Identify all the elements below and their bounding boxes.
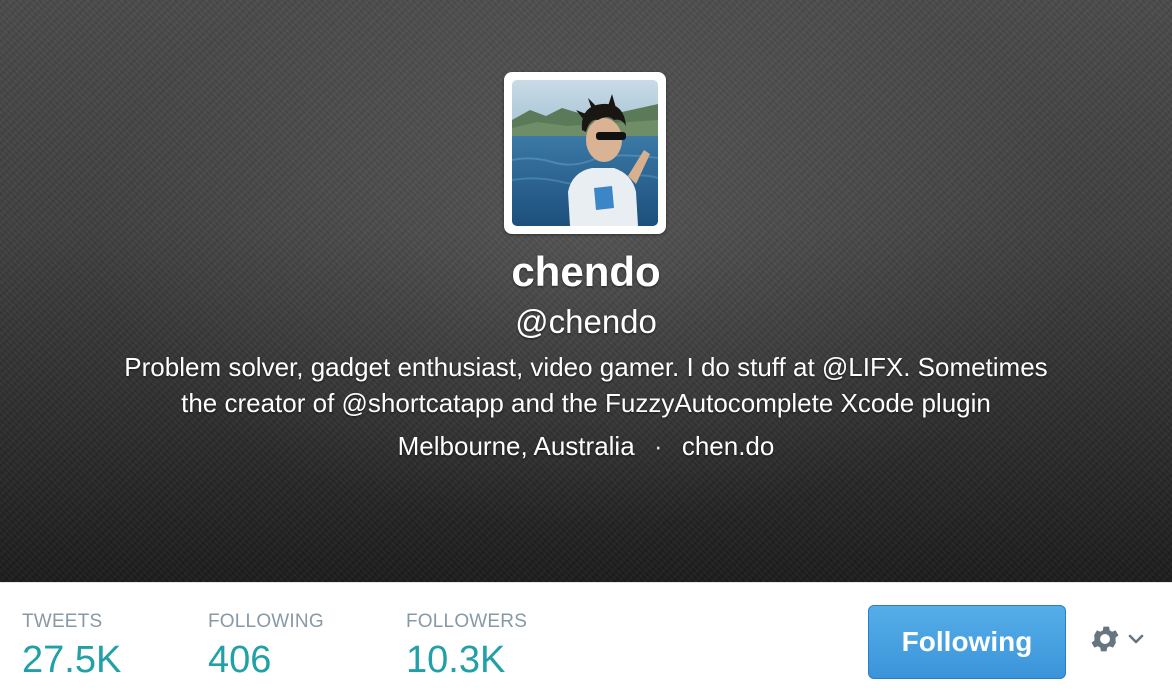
bio-line: Problem solver, gadget enthusiast, video… <box>124 352 1048 382</box>
stat-label: FOLLOWING <box>208 611 324 632</box>
profile-meta: Melbourne, Australia · chen.do <box>0 428 1172 464</box>
profile-handle: @chendo <box>515 303 657 340</box>
profile-header: chendo @chendo Problem solver, gadget en… <box>0 0 1172 582</box>
avatar <box>512 80 658 226</box>
stats-bar: TWEETS 27.5K FOLLOWING 406 FOLLOWERS 10.… <box>0 582 1172 695</box>
profile-location: Melbourne, Australia <box>397 431 635 461</box>
stat-following[interactable]: FOLLOWING 406 <box>208 611 324 683</box>
stat-value: 10.3K <box>406 639 506 681</box>
meta-separator: · <box>653 431 663 461</box>
bio-line: the creator of @shortcatapp and the Fuzz… <box>181 388 991 418</box>
stat-value: 406 <box>208 639 272 681</box>
profile-bio: Problem solver, gadget enthusiast, video… <box>60 349 1112 421</box>
stat-tweets[interactable]: TWEETS 27.5K <box>22 611 121 683</box>
stat-label: TWEETS <box>22 611 103 632</box>
following-button[interactable]: Following <box>868 605 1066 679</box>
stat-value: 27.5K <box>22 639 122 681</box>
user-actions-dropdown[interactable] <box>1088 621 1150 657</box>
gear-icon <box>1091 626 1119 652</box>
profile-website-link[interactable]: chen.do <box>682 431 775 461</box>
avatar-frame[interactable] <box>504 72 666 234</box>
profile-name[interactable]: chendo <box>0 244 1172 300</box>
stat-followers[interactable]: FOLLOWERS 10.3K <box>406 611 527 683</box>
stat-label: FOLLOWERS <box>406 611 528 632</box>
chevron-down-icon <box>1128 634 1144 644</box>
